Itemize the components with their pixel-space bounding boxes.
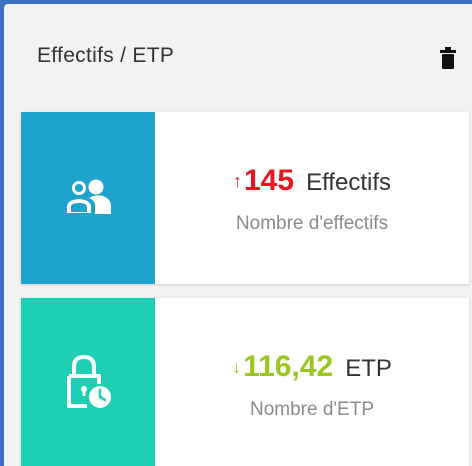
widget-header: Effectifs / ETP	[4, 4, 472, 104]
etp-value-line: ↓116,42 ETP	[155, 350, 469, 384]
etp-unit: ETP	[345, 355, 392, 382]
effectifs-value-line: ↑145 Effectifs	[155, 164, 469, 198]
etp-subtitle: Nombre d'ETP	[249, 399, 374, 420]
trend-down-icon: ↓	[232, 357, 242, 377]
widget-title: Effectifs / ETP	[37, 44, 175, 67]
effectifs-unit: Effectifs	[306, 169, 391, 196]
effectifs-card: ↑145 Effectifs Nombre d'effectifs	[21, 112, 469, 284]
delete-widget-button[interactable]	[440, 47, 456, 69]
etp-card: ↓116,42 ETP Nombre d'ETP	[21, 298, 469, 466]
effectifs-subtitle: Nombre d'effectifs	[235, 213, 389, 234]
users-icon	[65, 179, 111, 215]
effectifs-icon-box	[21, 112, 155, 284]
etp-value: 116,42	[243, 350, 334, 383]
effectifs-value: 145	[244, 164, 295, 197]
etp-card-body: ↓116,42 ETP Nombre d'ETP	[155, 298, 469, 466]
effectifs-card-body: ↑145 Effectifs Nombre d'effectifs	[155, 112, 469, 284]
etp-icon-box	[21, 298, 155, 466]
trend-up-icon: ↑	[233, 171, 242, 191]
lock-clock-icon	[67, 354, 111, 408]
effectifs-etp-widget: Effectifs / ETP ↑145 Effectifs Nombre d'…	[4, 4, 472, 466]
trash-icon	[440, 47, 456, 69]
